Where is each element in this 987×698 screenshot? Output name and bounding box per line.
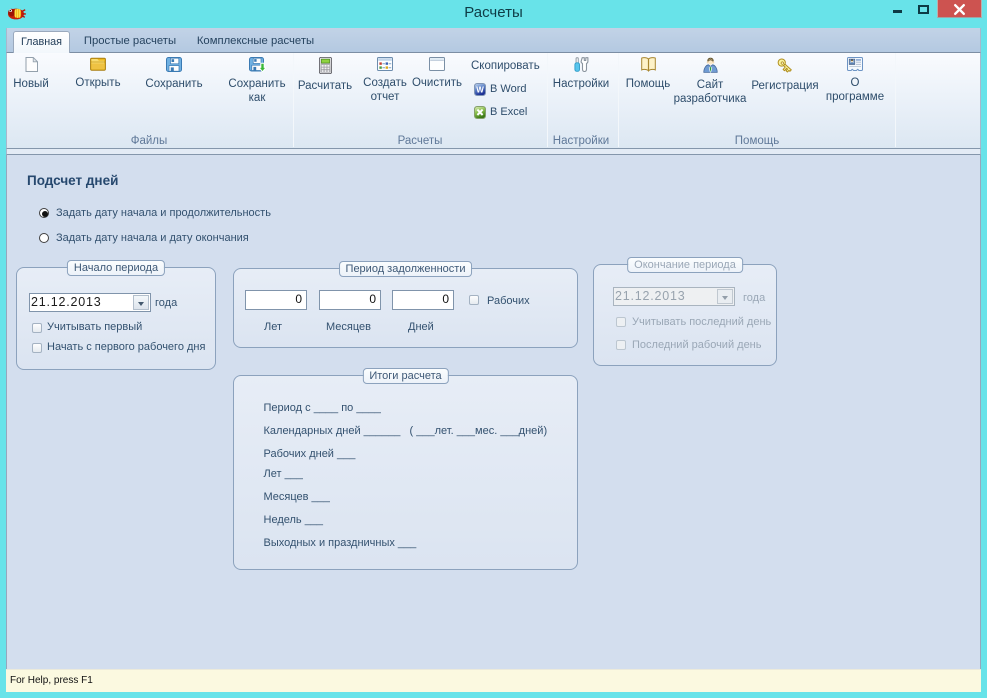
svg-text:W: W	[476, 86, 484, 95]
